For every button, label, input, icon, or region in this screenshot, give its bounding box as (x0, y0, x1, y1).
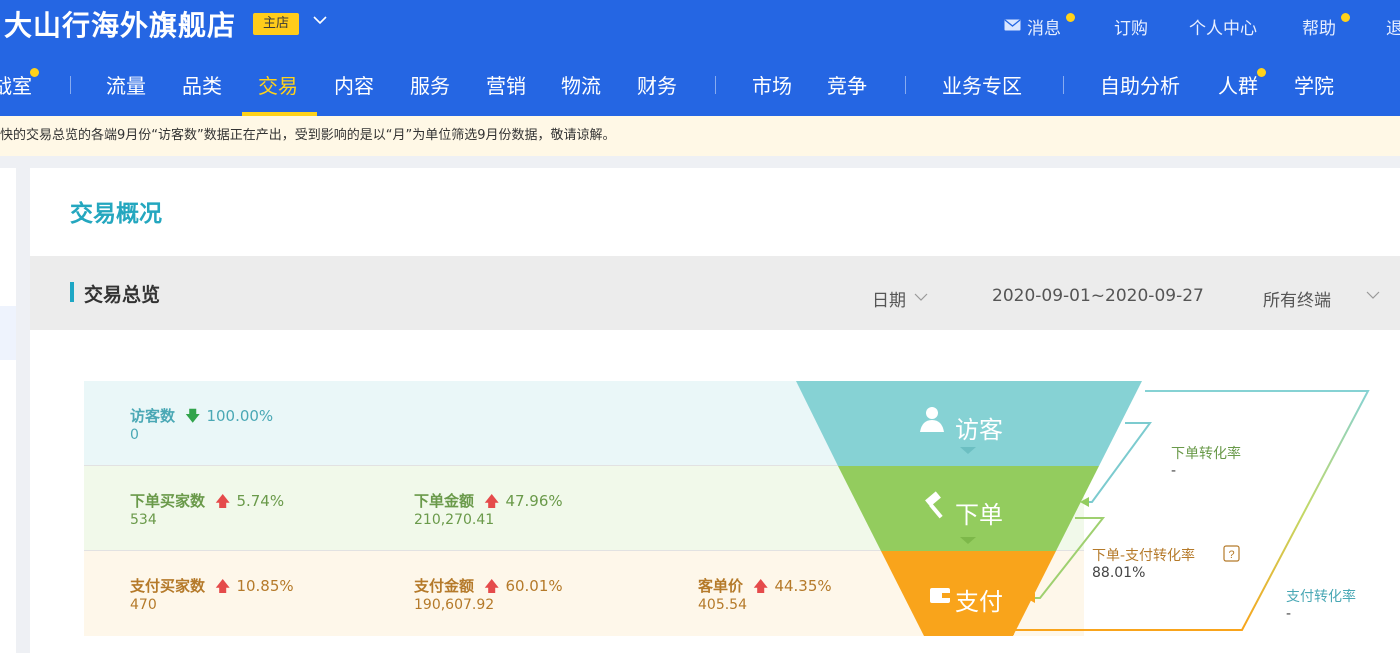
rate-value: - (1171, 463, 1177, 479)
mail-icon (1004, 19, 1021, 31)
metric-order-amount: 下单金额 🡅 47.96% 210,270.41 (414, 490, 563, 528)
metric-value: 210,270.41 (414, 512, 495, 528)
metric-pay-amount: 支付金额 🡅 60.01% 190,607.92 (414, 575, 563, 613)
metric-label: 支付金额 (414, 577, 475, 595)
crowd-notification-dot (1257, 68, 1266, 77)
row-divider (84, 465, 1084, 466)
warroom-notification-dot (30, 68, 39, 77)
chevron-down-icon[interactable] (310, 10, 330, 30)
chevron-down-icon (1366, 291, 1380, 299)
subscribe-link[interactable]: 订购 (1114, 14, 1148, 39)
rate-payment: 支付转化率 - (1286, 586, 1356, 622)
nav-item-trade[interactable]: 交易 (258, 70, 298, 99)
metric-avg-order-value: 客单价 🡅 44.35% 405.54 (698, 575, 832, 613)
metric-value: 405.54 (698, 597, 747, 613)
metric-label: 访客数 (130, 407, 176, 425)
nav-item-logistics[interactable]: 物流 (561, 70, 601, 99)
metric-change: 5.74% (236, 492, 285, 510)
metric-label: 下单买家数 (130, 492, 206, 510)
page-header-card: 交易概况 (30, 168, 1400, 256)
metric-value: 470 (130, 597, 157, 613)
funnel-label-order: 下单 (955, 501, 1003, 529)
help-notification-dot (1341, 13, 1350, 22)
metric-label: 支付买家数 (130, 577, 206, 595)
messages-link[interactable]: 消息 (1027, 14, 1061, 39)
nav-divider (70, 76, 71, 94)
metric-change: 60.01% (505, 577, 563, 595)
metric-pay-buyers: 支付买家数 🡅 10.85% 470 (130, 575, 294, 613)
nav-item-traffic[interactable]: 流量 (106, 70, 146, 99)
arrow-up-icon: 🡅 (484, 492, 500, 510)
rate-label: 下单-支付转化率 (1092, 548, 1196, 564)
nav-item-marketing[interactable]: 营销 (486, 70, 526, 99)
funnel-label-visitors: 访客 (955, 416, 1003, 444)
top-bar: 大山行海外旗舰店 主店 消息 订购 个人中心 帮助 退 战室 流量 品类 交易 … (0, 0, 1400, 116)
section-marker (70, 282, 74, 302)
nav-item-service[interactable]: 服务 (410, 70, 450, 99)
metric-value: 190,607.92 (414, 597, 495, 613)
logout-link[interactable]: 退 (1386, 14, 1400, 39)
metric-label: 下单金额 (414, 492, 475, 510)
row-divider (84, 550, 1084, 551)
help-link[interactable]: 帮助 (1302, 14, 1336, 39)
nav-item-business-zone[interactable]: 业务专区 (942, 70, 1022, 99)
arrow-up-icon: 🡅 (215, 492, 231, 510)
nav-item-market[interactable]: 市场 (752, 70, 792, 99)
page-title: 交易概况 (70, 201, 162, 227)
metric-value: 0 (130, 427, 139, 443)
rate-order-pay: 下单-支付转化率 88.01% (1092, 545, 1196, 581)
metric-label: 客单价 (698, 577, 744, 595)
messages-notification-dot (1066, 13, 1075, 22)
terminal-filter-dropdown[interactable]: 所有终端 (1263, 286, 1331, 311)
nav-item-academy[interactable]: 学院 (1294, 70, 1334, 99)
metric-visitors: 访客数 🡇 100.00% 0 (130, 405, 274, 443)
nav-divider (1063, 76, 1064, 94)
arrow-up-icon: 🡅 (215, 577, 231, 595)
left-panel-selected[interactable] (0, 306, 16, 360)
chevron-down-icon (914, 293, 928, 301)
section-header: 交易总览 日期 2020-09-01~2020-09-27 所有终端 (30, 256, 1400, 330)
notice-banner: 快的交易总览的各端9月份“访客数”数据正在产出，受到影响的是以“月”为单位筛选9… (0, 116, 1400, 156)
date-filter-dropdown[interactable]: 日期 (872, 286, 906, 311)
arrow-up-icon: 🡅 (484, 577, 500, 595)
store-badge: 主店 (253, 13, 300, 35)
nav-item-category[interactable]: 品类 (182, 70, 222, 99)
metric-change: 100.00% (206, 407, 274, 425)
metric-value: 534 (130, 512, 157, 528)
rate-label: 下单转化率 (1171, 446, 1241, 462)
nav-item-content[interactable]: 内容 (334, 70, 374, 99)
nav-item-crowd[interactable]: 人群 (1218, 70, 1258, 99)
funnel-label-payment: 支付 (955, 588, 1003, 616)
rate-label: 支付转化率 (1286, 589, 1356, 605)
nav-item-finance[interactable]: 财务 (637, 70, 677, 99)
nav-item-competition[interactable]: 竞争 (827, 70, 867, 99)
rate-value: - (1286, 606, 1292, 622)
arrow-up-icon: 🡅 (753, 577, 769, 595)
personal-center-link[interactable]: 个人中心 (1189, 14, 1257, 39)
metric-change: 47.96% (505, 492, 563, 510)
rate-value: 88.01% (1092, 565, 1146, 581)
left-panel (0, 168, 16, 653)
arrow-down-icon: 🡇 (185, 407, 201, 425)
store-name: 大山行海外旗舰店 (4, 9, 237, 42)
section-title: 交易总览 (84, 284, 161, 306)
main-nav: 战室 流量 品类 交易 内容 服务 营销 物流 财务 市场 竞争 业务专区 自助… (0, 62, 1400, 116)
metric-order-buyers: 下单买家数 🡅 5.74% 534 (130, 490, 285, 528)
metric-change: 44.35% (774, 577, 832, 595)
date-range-value[interactable]: 2020-09-01~2020-09-27 (992, 286, 1204, 306)
metric-change: 10.85% (236, 577, 294, 595)
nav-divider (905, 76, 906, 94)
rate-order: 下单转化率 - (1171, 443, 1241, 479)
nav-divider (715, 76, 716, 94)
nav-item-warroom[interactable]: 战室 (0, 70, 32, 99)
nav-item-self-analysis[interactable]: 自助分析 (1100, 70, 1180, 99)
